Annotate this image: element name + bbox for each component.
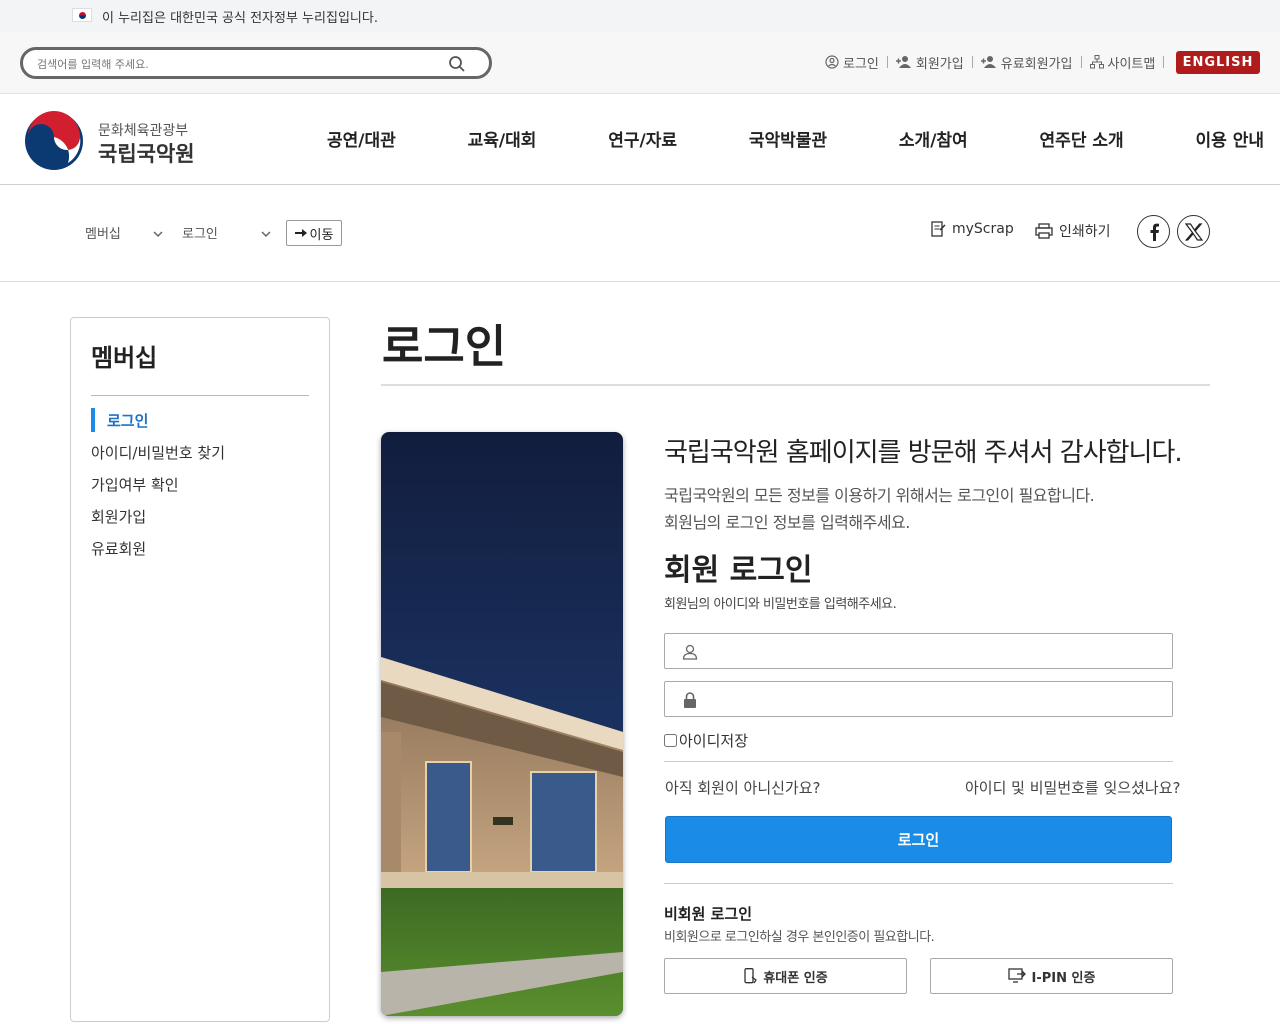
hall-photo bbox=[381, 432, 623, 1016]
myscrap-button[interactable]: myScrap bbox=[930, 221, 1014, 237]
gnb-item-education[interactable]: 교육/대회 bbox=[468, 126, 537, 151]
welcome-heading: 국립국악원 홈페이지를 방문해 주셔서 감사합니다. bbox=[664, 438, 1183, 468]
login-button[interactable]: 로그인 bbox=[665, 816, 1172, 863]
save-id-label: 아이디저장 bbox=[679, 732, 749, 750]
util-sitemap-link[interactable]: 사이트맵 bbox=[1089, 53, 1156, 72]
scrap-icon bbox=[931, 221, 946, 237]
logo-ministry: 문화체육관광부 bbox=[98, 123, 189, 139]
user-add-icon bbox=[980, 56, 996, 68]
facebook-share-button[interactable] bbox=[1137, 215, 1170, 248]
id-field bbox=[664, 633, 1173, 669]
sidebar-title: 멤버십 bbox=[91, 344, 158, 372]
divider bbox=[886, 56, 888, 68]
print-button[interactable]: 인쇄하기 bbox=[1035, 221, 1111, 241]
x-twitter-icon bbox=[1184, 222, 1203, 241]
search-box bbox=[20, 47, 492, 79]
user-icon bbox=[682, 644, 698, 660]
utility-links: 로그인 회원가입 유료회원가입 사이트맵 bbox=[825, 52, 1172, 72]
sidebar-item-check-join[interactable]: 가입여부 확인 bbox=[91, 474, 179, 495]
gnb-item-about[interactable]: 소개/참여 bbox=[899, 126, 968, 151]
util-sitemap-label: 사이트맵 bbox=[1107, 56, 1156, 72]
government-logo-icon[interactable] bbox=[24, 111, 84, 171]
intro-text-2: 회원님의 로그인 정보를 입력해주세요. bbox=[664, 513, 910, 532]
intro-text-1: 국립국악원의 모든 정보를 이용하기 위해서는 로그인이 필요합니다. bbox=[664, 486, 1095, 505]
logo-name[interactable]: 국립국악원 bbox=[98, 138, 195, 168]
sidebar-item-login[interactable]: 로그인 bbox=[91, 410, 148, 431]
password-field bbox=[664, 681, 1173, 717]
gnb-item-ensemble[interactable]: 연주단 소개 bbox=[1040, 126, 1124, 151]
gnb-item-research[interactable]: 연구/자료 bbox=[608, 126, 677, 151]
sidebar-item-paid-member[interactable]: 유료회원 bbox=[91, 538, 146, 559]
english-button[interactable]: ENGLISH bbox=[1176, 51, 1260, 74]
gnb-item-museum[interactable]: 국악박물관 bbox=[749, 126, 827, 151]
login-heading: 회원 로그인 bbox=[664, 553, 813, 588]
save-id-option[interactable]: 아이디저장 bbox=[664, 730, 748, 751]
divider bbox=[91, 395, 309, 396]
ipin-cert-label: I-PIN 인증 bbox=[1031, 970, 1096, 986]
page-title: 로그인 bbox=[382, 320, 507, 373]
password-input[interactable] bbox=[705, 688, 1155, 710]
print-icon bbox=[1035, 223, 1053, 239]
divider bbox=[1080, 56, 1082, 68]
find-account-link[interactable]: 아이디 및 비밀번호를 잊으셨나요? bbox=[965, 777, 1180, 798]
chevron-down-icon bbox=[261, 231, 271, 238]
sidebar-item-join[interactable]: 회원가입 bbox=[91, 506, 146, 527]
join-link[interactable]: 아직 회원이 아니신가요? bbox=[665, 777, 821, 798]
search-icon[interactable] bbox=[448, 55, 466, 73]
arrow-right-icon bbox=[294, 229, 307, 237]
util-paid-join-link[interactable]: 유료회원가입 bbox=[980, 53, 1073, 72]
divider bbox=[381, 384, 1210, 386]
go-button-label: 이동 bbox=[309, 227, 334, 243]
lock-icon bbox=[684, 692, 696, 708]
user-circle-icon bbox=[825, 55, 839, 69]
breadcrumb-depth1[interactable]: 멤버십 bbox=[85, 223, 121, 242]
user-add-icon bbox=[895, 56, 911, 68]
go-button[interactable]: 이동 bbox=[286, 220, 342, 246]
myscrap-label: myScrap bbox=[952, 221, 1014, 237]
save-id-checkbox[interactable] bbox=[664, 734, 677, 747]
divider bbox=[971, 56, 973, 68]
guest-login-title: 비회원 로그인 bbox=[664, 905, 753, 923]
divider bbox=[664, 761, 1173, 762]
phone-cert-button[interactable]: 휴대폰 인증 bbox=[664, 958, 907, 994]
global-nav: 공연/대관 교육/대회 연구/자료 국악박물관 소개/참여 연주단 소개 이용 … bbox=[327, 126, 1264, 151]
facebook-icon bbox=[1150, 223, 1159, 241]
util-login-link[interactable]: 로그인 bbox=[825, 53, 879, 72]
breadcrumb-depth2[interactable]: 로그인 bbox=[182, 223, 218, 242]
id-input[interactable] bbox=[705, 640, 1155, 662]
divider bbox=[664, 883, 1173, 884]
print-label: 인쇄하기 bbox=[1059, 224, 1111, 240]
util-login-label: 로그인 bbox=[843, 56, 879, 72]
sitemap-icon bbox=[1089, 55, 1104, 69]
sidebar-item-find-account[interactable]: 아이디/비밀번호 찾기 bbox=[91, 442, 225, 463]
login-subtext: 회원님의 아이디와 비밀번호를 입력해주세요. bbox=[664, 597, 897, 612]
x-share-button[interactable] bbox=[1177, 215, 1210, 248]
monitor-icon bbox=[1007, 968, 1026, 983]
ipin-cert-button[interactable]: I-PIN 인증 bbox=[930, 958, 1173, 994]
util-paid-join-label: 유료회원가입 bbox=[1000, 56, 1073, 72]
divider bbox=[1163, 56, 1165, 68]
gov-banner-text: 이 누리집은 대한민국 공식 전자정부 누리집입니다. bbox=[102, 11, 378, 26]
chevron-down-icon bbox=[153, 231, 163, 238]
gnb-item-performance[interactable]: 공연/대관 bbox=[327, 126, 396, 151]
util-join-label: 회원가입 bbox=[915, 56, 964, 72]
util-join-link[interactable]: 회원가입 bbox=[895, 53, 964, 72]
breadcrumb-depth2-label: 로그인 bbox=[182, 227, 218, 242]
korea-flag-icon bbox=[72, 8, 92, 22]
search-input[interactable] bbox=[37, 54, 437, 74]
phone-icon bbox=[744, 968, 758, 984]
breadcrumb-depth1-label: 멤버십 bbox=[85, 227, 121, 242]
phone-cert-label: 휴대폰 인증 bbox=[763, 970, 828, 986]
guest-login-subtext: 비회원으로 로그인하실 경우 본인인증이 필요합니다. bbox=[664, 930, 935, 945]
gnb-item-guide[interactable]: 이용 안내 bbox=[1196, 126, 1264, 151]
